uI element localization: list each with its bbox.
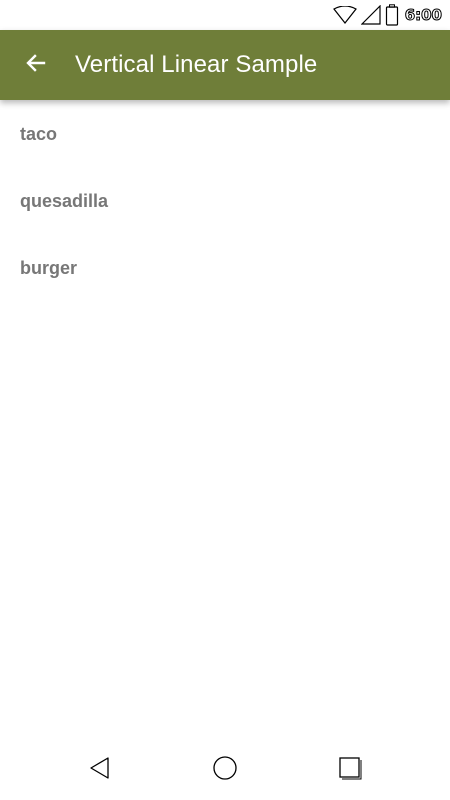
nav-back-button[interactable] — [70, 740, 130, 800]
navigation-bar — [0, 740, 450, 800]
page-title: Vertical Linear Sample — [75, 51, 318, 78]
battery-icon — [385, 4, 399, 26]
nav-back-icon — [88, 756, 112, 785]
nav-recents-button[interactable] — [320, 740, 380, 800]
wifi-icon — [332, 6, 357, 24]
cell-signal-icon — [360, 5, 381, 25]
item-list: taco quesadilla burger — [0, 100, 450, 301]
screen: 6:00 Vertical Linear Sample taco quesadi… — [0, 0, 450, 800]
nav-home-button[interactable] — [195, 740, 255, 800]
list-item-label: taco — [20, 124, 58, 144]
nav-home-icon — [212, 755, 238, 786]
status-bar: 6:00 — [0, 0, 450, 30]
list-item-label: burger — [20, 258, 78, 278]
arrow-back-icon — [24, 51, 48, 80]
list-item-quesadilla[interactable]: quesadilla — [0, 167, 450, 234]
status-time: 6:00 — [404, 6, 442, 25]
list-item-burger[interactable]: burger — [0, 234, 450, 301]
back-button[interactable] — [14, 43, 58, 87]
list-item-label: quesadilla — [20, 191, 109, 211]
app-bar: Vertical Linear Sample — [0, 30, 450, 100]
list-item-taco[interactable]: taco — [0, 100, 450, 167]
nav-recents-icon — [337, 755, 363, 786]
status-icons: 6:00 — [332, 4, 443, 26]
